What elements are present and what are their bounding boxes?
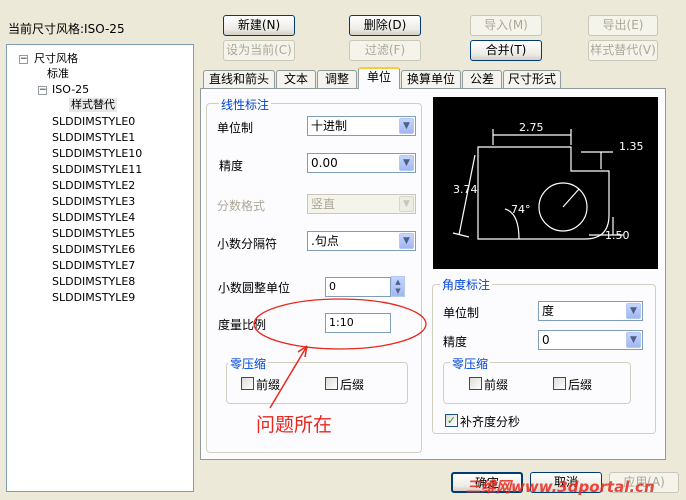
- tree-item-standard[interactable]: 标准: [47, 67, 69, 81]
- scale-factor-label: 度量比例: [218, 318, 267, 332]
- linear-zero-suppression-title: 零压缩: [228, 355, 269, 372]
- import-button[interactable]: 导入(M): [470, 15, 542, 36]
- angular-group-title: 角度标注: [440, 276, 493, 293]
- tree-item-style[interactable]: SLDDIMSTYLE9: [52, 291, 135, 305]
- angular-precision-select[interactable]: 0 ▼: [538, 330, 643, 350]
- linear-leading-checkbox[interactable]: [241, 377, 254, 390]
- angular-zero-suppression-title: 零压缩: [450, 355, 491, 372]
- fraction-format-select[interactable]: 竖直 ▼: [307, 194, 416, 214]
- decimal-separator-select[interactable]: .句点 ▼: [307, 231, 416, 251]
- chevron-down-icon[interactable]: ▼: [626, 332, 641, 348]
- chevron-down-icon[interactable]: ▼: [399, 155, 414, 171]
- linear-trailing-label: 后缀: [340, 378, 365, 392]
- tab-dim-form[interactable]: 尺寸形式: [503, 70, 561, 88]
- spin-up-icon[interactable]: ▲: [392, 277, 404, 287]
- linear-trailing-checkbox[interactable]: [325, 377, 338, 390]
- angular-unit-value: 度: [542, 304, 555, 318]
- pad-dms-checkbox[interactable]: ✓: [445, 414, 458, 427]
- new-button[interactable]: 新建(N): [223, 15, 295, 36]
- chevron-down-icon[interactable]: ▼: [626, 303, 641, 319]
- collapse-toggle-icon[interactable]: −: [38, 86, 47, 95]
- angular-precision-label: 精度: [443, 335, 468, 349]
- precision-label: 精度: [219, 159, 244, 173]
- tree-item-style[interactable]: SLDDIMSTYLE5: [52, 227, 135, 241]
- tree-item-style[interactable]: SLDDIMSTYLE8: [52, 275, 135, 289]
- collapse-toggle-icon[interactable]: −: [19, 55, 28, 64]
- chevron-down-icon: ▼: [399, 196, 414, 212]
- pad-dms-label: 补齐度分秒: [460, 415, 521, 429]
- tree-item-style[interactable]: SLDDIMSTYLE3: [52, 195, 135, 209]
- preview-dim-135: 1.35: [619, 140, 644, 153]
- style-override-button[interactable]: 样式替代(V): [588, 40, 658, 61]
- fraction-format-value: 竖直: [311, 197, 336, 211]
- preview-dim-150: 1.50: [605, 229, 630, 242]
- tree-item-style[interactable]: SLDDIMSTYLE7: [52, 259, 135, 273]
- linear-leading-label: 前缀: [256, 378, 281, 392]
- tree-item-style[interactable]: SLDDIMSTYLE2: [52, 179, 135, 193]
- chevron-down-icon[interactable]: ▼: [399, 233, 414, 249]
- precision-select[interactable]: 0.00 ▼: [307, 153, 416, 173]
- unit-select[interactable]: 十进制 ▼: [307, 116, 416, 136]
- scale-factor-input[interactable]: 1:10: [325, 313, 391, 333]
- preview-pane: 2.75 1.35 3.74 1.50 74°: [433, 97, 658, 269]
- preview-dim-275: 2.75: [519, 121, 544, 134]
- tree-item-style[interactable]: SLDDIMSTYLE4: [52, 211, 135, 225]
- annotation-text: 问题所在: [256, 414, 333, 436]
- angular-trailing-checkbox[interactable]: [553, 377, 566, 390]
- unit-label: 单位制: [217, 121, 254, 135]
- tree-item-style[interactable]: SLDDIMSTYLE11: [52, 163, 142, 177]
- decimal-separator-value: .句点: [311, 234, 339, 248]
- angular-precision-value: 0: [542, 333, 550, 347]
- decimal-separator-label: 小数分隔符: [217, 237, 278, 251]
- preview-dim-374: 3.74: [453, 183, 478, 196]
- tab-tolerance[interactable]: 公差: [462, 70, 502, 88]
- watermark: 三维网www.3dportal.cn: [466, 478, 655, 496]
- precision-value: 0.00: [311, 156, 338, 170]
- dimension-preview-image: 2.75 1.35 3.74 1.50 74°: [452, 121, 644, 242]
- round-off-input[interactable]: 0: [325, 277, 391, 297]
- fraction-format-label: 分数格式: [217, 199, 266, 213]
- tree-item-style[interactable]: SLDDIMSTYLE1: [52, 131, 135, 145]
- tree-item-style-override[interactable]: 样式替代: [69, 98, 117, 112]
- unit-value: 十进制: [311, 119, 348, 133]
- tree-item-iso25[interactable]: ISO-25: [52, 83, 89, 97]
- tab-units[interactable]: 单位: [358, 67, 400, 89]
- tree-item-style[interactable]: SLDDIMSTYLE6: [52, 243, 135, 257]
- tab-lines-arrows[interactable]: 直线和箭头: [203, 70, 275, 88]
- angular-unit-select[interactable]: 度 ▼: [538, 301, 643, 321]
- angular-trailing-label: 后缀: [568, 378, 593, 392]
- delete-button[interactable]: 删除(D): [349, 15, 421, 36]
- set-current-button[interactable]: 设为当前(C): [223, 40, 295, 61]
- tab-alt-units[interactable]: 换算单位: [401, 70, 461, 88]
- linear-group-title: 线性标注: [219, 96, 272, 113]
- preview-angle: 74°: [511, 203, 531, 216]
- tab-fit[interactable]: 调整: [317, 70, 357, 88]
- filter-button[interactable]: 过滤(F): [349, 40, 421, 61]
- angular-leading-label: 前缀: [484, 378, 509, 392]
- merge-button[interactable]: 合并(T): [470, 40, 542, 61]
- angular-leading-checkbox[interactable]: [469, 377, 482, 390]
- export-button[interactable]: 导出(E): [588, 15, 658, 36]
- tree-item-style[interactable]: SLDDIMSTYLE0: [52, 115, 135, 129]
- tab-text[interactable]: 文本: [276, 70, 316, 88]
- style-tree[interactable]: − 尺寸风格 标准 − ISO-25 样式替代 SLDDIMSTYLE0 SLDD…: [6, 44, 194, 492]
- chevron-down-icon[interactable]: ▼: [399, 118, 414, 134]
- angular-unit-label: 单位制: [443, 306, 480, 320]
- tree-item-style[interactable]: SLDDIMSTYLE10: [52, 147, 142, 161]
- spin-down-icon[interactable]: ▼: [392, 287, 404, 296]
- round-off-spinner[interactable]: ▲ ▼: [391, 276, 405, 297]
- round-off-label: 小数圆整单位: [218, 281, 291, 295]
- current-style-label: 当前尺寸风格:ISO-25: [8, 22, 125, 36]
- tree-item-root[interactable]: 尺寸风格: [34, 52, 78, 66]
